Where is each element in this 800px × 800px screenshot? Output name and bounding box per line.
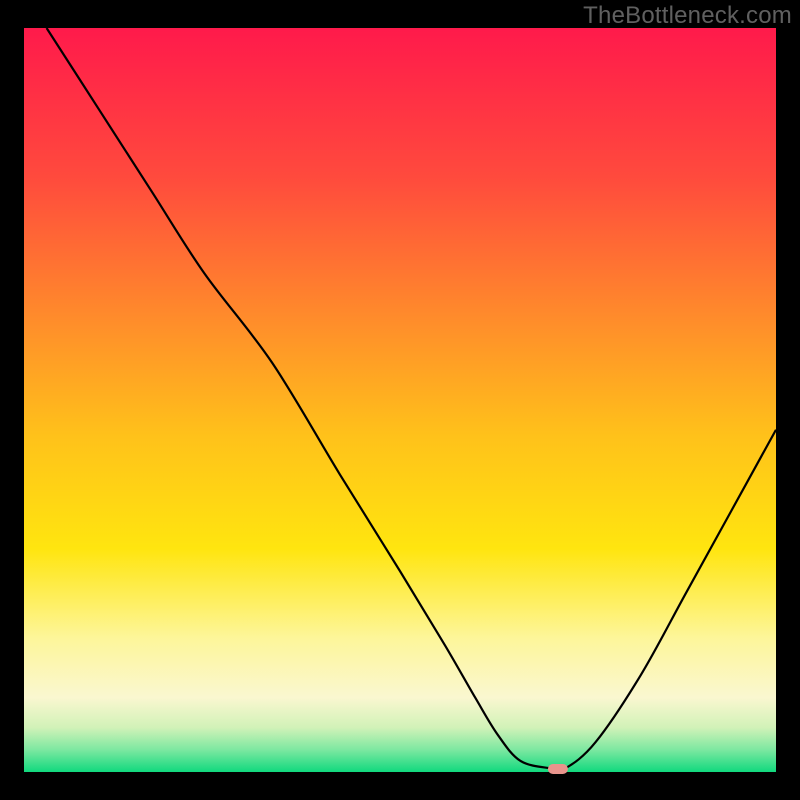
chart-frame: TheBottleneck.com — [0, 0, 800, 800]
plot-background — [24, 28, 776, 772]
optimum-marker — [548, 764, 568, 774]
watermark-text: TheBottleneck.com — [583, 2, 792, 30]
bottleneck-chart — [0, 0, 800, 800]
